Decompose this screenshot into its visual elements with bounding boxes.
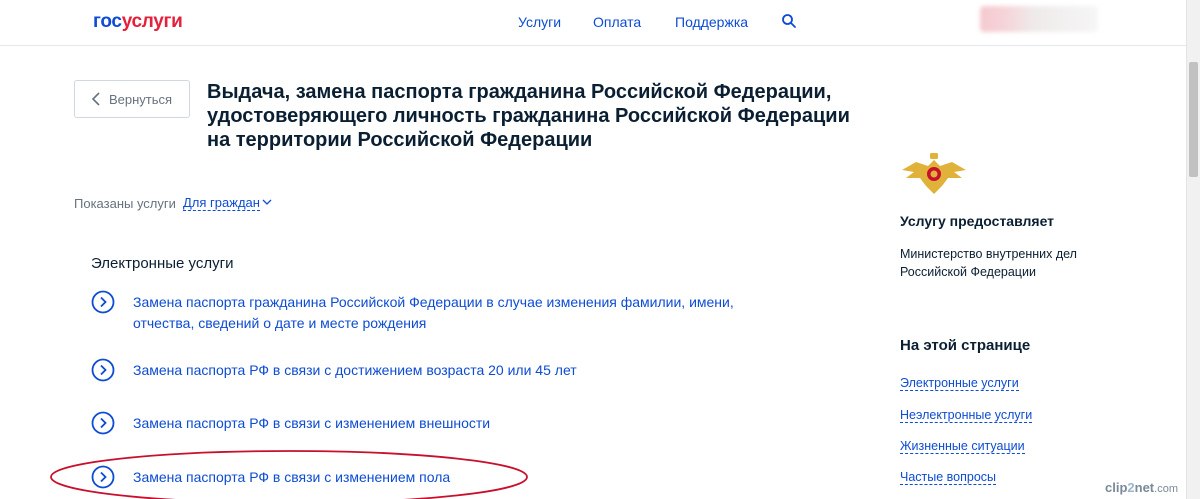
nav-support[interactable]: Поддержка	[675, 14, 748, 30]
anchor-link-life-situations[interactable]: Жизненные ситуации	[900, 439, 1025, 454]
watermark-part: net	[1134, 480, 1155, 495]
page-scrollbar[interactable]	[1186, 0, 1200, 499]
anchor-link-non-electronic[interactable]: Неэлектронные услуги	[900, 408, 1033, 423]
user-profile-blurred[interactable]	[980, 6, 1098, 32]
mvd-emblem-icon	[902, 153, 966, 194]
search-icon[interactable]	[781, 13, 797, 29]
service-link[interactable]: Замена паспорта гражданина Российской Фе…	[91, 290, 773, 334]
watermark-part: clip	[1105, 480, 1128, 495]
top-header: госуслуги Услуги Оплата Поддержка	[0, 0, 1186, 46]
service-link[interactable]: Замена паспорта РФ в связи с изменением …	[91, 411, 773, 435]
nav-services[interactable]: Услуги	[518, 14, 561, 30]
clip2net-watermark: clip2net.com	[1105, 480, 1178, 495]
service-link-label[interactable]: Замена паспорта РФ в связи с изменением …	[133, 467, 773, 488]
watermark-part: 2	[1127, 480, 1135, 495]
arrow-circle-icon	[91, 465, 115, 489]
service-link-highlighted[interactable]: Замена паспорта РФ в связи с изменением …	[91, 465, 773, 489]
filter-label: Показаны услуги	[74, 196, 176, 211]
arrow-circle-icon	[91, 290, 115, 314]
on-page-heading: На этой странице	[900, 337, 1031, 354]
back-button[interactable]: Вернуться	[74, 80, 190, 118]
service-link-label[interactable]: Замена паспорта гражданина Российской Фе…	[133, 292, 773, 334]
electronic-services-heading: Электронные услуги	[91, 255, 234, 272]
page-title: Выдача, замена паспорта гражданина Росси…	[207, 81, 850, 151]
nav-payment[interactable]: Оплата	[593, 14, 641, 30]
watermark-suffix: .com	[1154, 483, 1178, 495]
gosuslugi-logo[interactable]: госуслуги	[93, 11, 183, 33]
anchor-link-electronic[interactable]: Электронные услуги	[900, 376, 1019, 391]
provider-label: Услугу предоставляет	[900, 213, 1055, 229]
chevron-down-icon[interactable]	[262, 198, 272, 206]
service-link[interactable]: Замена паспорта РФ в связи с достижением…	[91, 358, 773, 382]
arrow-circle-icon	[91, 358, 115, 382]
logo-part-gos: гос	[93, 11, 122, 32]
filter-audience-dropdown[interactable]: Для граждан	[183, 196, 260, 211]
anchor-link-faq[interactable]: Частые вопросы	[900, 470, 997, 485]
scrollbar-thumb[interactable]	[1189, 62, 1198, 177]
provider-name: Министерство внутренних дел Российской Ф…	[900, 247, 1077, 279]
arrow-circle-icon	[91, 411, 115, 435]
chevron-left-icon	[91, 92, 100, 106]
service-link-label[interactable]: Замена паспорта РФ в связи с достижением…	[133, 360, 773, 381]
service-link-label[interactable]: Замена паспорта РФ в связи с изменением …	[133, 413, 773, 434]
logo-part-uslugi: услуги	[121, 11, 183, 32]
back-button-label: Вернуться	[109, 91, 173, 107]
